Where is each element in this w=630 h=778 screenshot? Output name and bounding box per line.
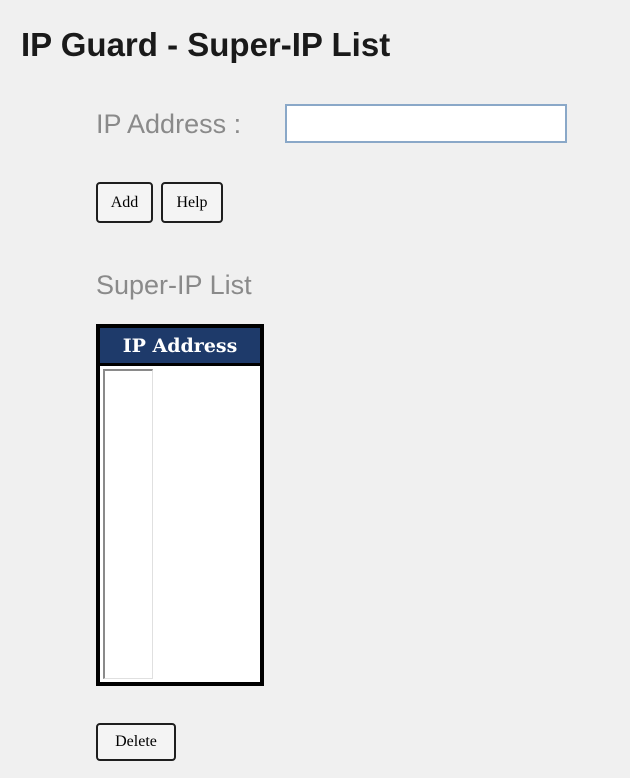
super-ip-listbox[interactable] xyxy=(103,369,153,679)
ip-address-input[interactable] xyxy=(285,104,567,143)
ip-address-label: IP Address : xyxy=(96,109,242,139)
super-ip-list-title: Super-IP List xyxy=(96,270,252,300)
table-header-divider xyxy=(100,363,260,366)
delete-button[interactable]: Delete xyxy=(96,723,176,761)
add-button[interactable]: Add xyxy=(96,182,153,223)
ip-address-column-header: IP Address xyxy=(100,328,260,363)
super-ip-table: IP Address xyxy=(96,324,264,686)
help-button[interactable]: Help xyxy=(161,182,223,223)
page-title: IP Guard - Super-IP List xyxy=(21,26,391,63)
